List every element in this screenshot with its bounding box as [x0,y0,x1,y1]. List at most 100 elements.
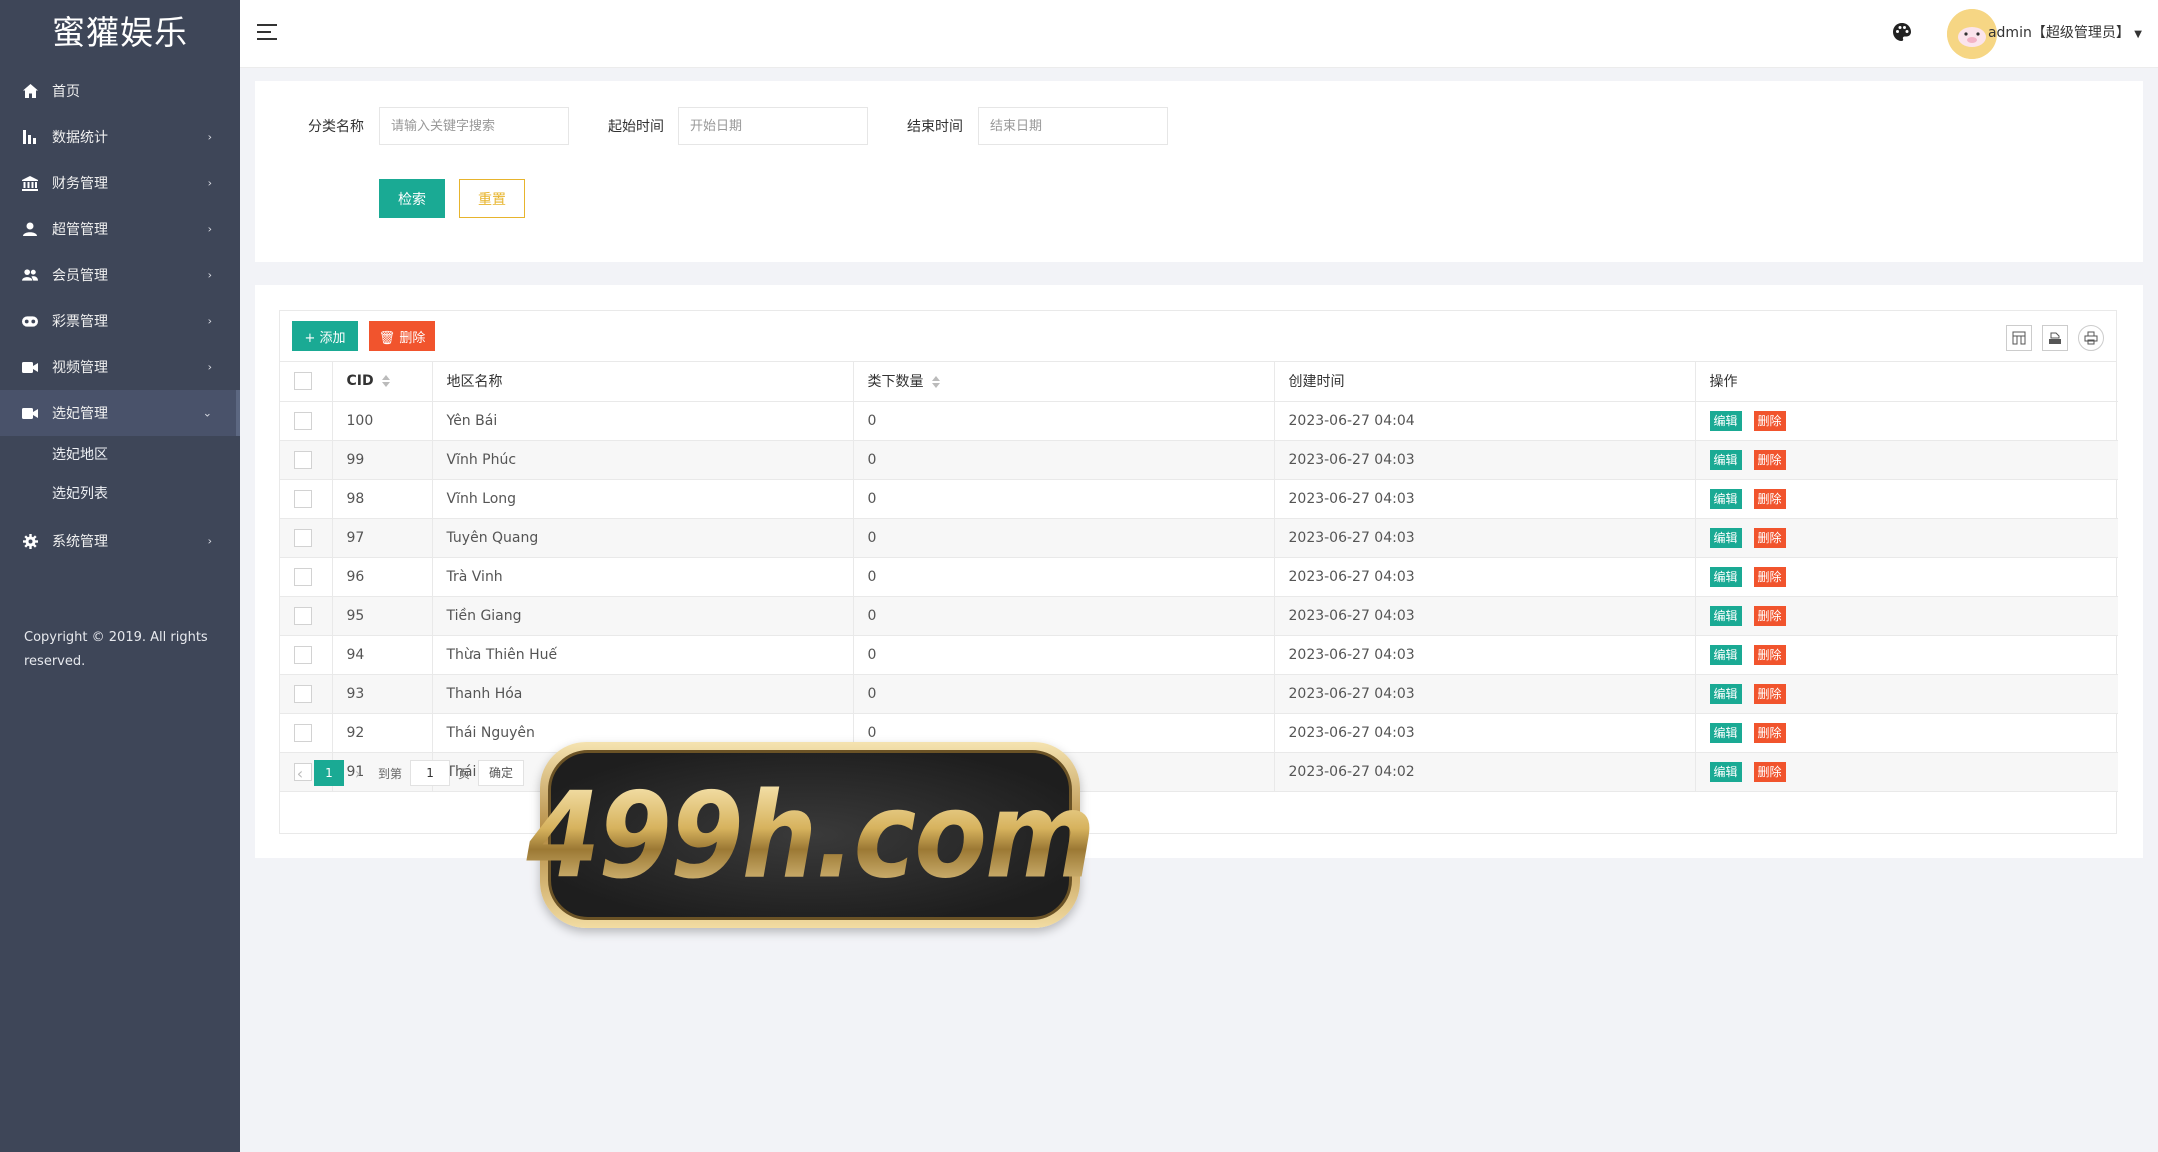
print-icon[interactable] [2078,325,2104,351]
sidebar-subitem-region[interactable]: 选妃地区 [0,436,240,475]
delete-button[interactable]: 删除 [1753,605,1786,626]
watermark-text: 499h.com [526,766,1095,904]
users-icon [22,267,38,283]
add-button[interactable]: + 添加 [292,321,358,351]
sidebar-item-system[interactable]: 系统管理 › [0,518,240,564]
goto-page-input[interactable] [410,760,451,786]
cell-cid: 94 [332,635,433,675]
hamburger-icon[interactable] [257,24,277,42]
row-select-cell[interactable] [280,713,333,753]
page-unit-label: 页 [458,766,471,781]
row-checkbox[interactable] [294,606,312,625]
select-all-checkbox[interactable] [294,372,312,391]
delete-button[interactable]: 删除 [1753,683,1786,704]
row-select-cell[interactable] [280,596,333,636]
edit-button[interactable]: 编辑 [1709,410,1742,431]
cell-actions: 编辑 删除 [1695,518,2118,558]
delete-button[interactable]: 删除 [1753,449,1786,470]
delete-button[interactable]: 删除 [1753,488,1786,509]
row-checkbox[interactable] [294,450,312,469]
cell-created: 2023-06-27 04:03 [1274,479,1696,519]
edit-button[interactable]: 编辑 [1709,566,1742,587]
row-checkbox[interactable] [294,567,312,586]
row-select-cell[interactable] [280,635,333,675]
cell-cid: 95 [332,596,433,636]
region-table: CID 地区名称 类下数量 创建时间 操作 100 Yên Bái 0 2023-06… [280,362,2118,792]
edit-button[interactable]: 编辑 [1709,488,1742,509]
user-menu[interactable]: admin【超级管理员】 ▼ [1988,22,2142,42]
delete-button[interactable]: 删除 [1753,410,1786,431]
edit-button[interactable]: 编辑 [1709,449,1742,470]
table-header-row: CID 地区名称 类下数量 创建时间 操作 [280,362,2118,402]
sidebar-item-members[interactable]: 会员管理 › [0,252,240,298]
sidebar-item-finance[interactable]: 财务管理 › [0,160,240,206]
cell-created: 2023-06-27 04:03 [1274,674,1696,714]
delete-button[interactable]: 删除 [1753,566,1786,587]
palette-icon[interactable] [1892,22,1914,44]
sidebar-item-stats[interactable]: 数据统计 › [0,114,240,160]
export-icon[interactable] [2042,325,2068,351]
cell-region-name: Thừa Thiên Huế [432,635,854,675]
sidebar-item-video[interactable]: 视频管理 › [0,344,240,390]
cell-count: 0 [853,635,1275,675]
sidebar-item-label: 首页 [52,84,80,100]
sidebar-item-concubine[interactable]: 选妃管理 ⌄ [0,390,240,436]
column-header-cid[interactable]: CID [332,362,433,402]
user-name: admin【超级管理员】 [1987,25,2130,41]
video-icon [22,405,38,421]
delete-button[interactable]: 删除 [1753,527,1786,548]
table-row: 93 Thanh Hóa 0 2023-06-27 04:03 编辑 删除 [280,674,2118,714]
row-checkbox[interactable] [294,489,312,508]
category-search-input[interactable] [379,107,569,145]
prev-page-icon[interactable]: ‹ [288,764,312,783]
row-checkbox[interactable] [294,723,312,742]
table-row: 92 Thái Nguyên 0 2023-06-27 04:03 编辑 删除 [280,713,2118,753]
row-checkbox[interactable] [294,645,312,664]
cell-cid: 93 [332,674,433,714]
sidebar-subitem-list[interactable]: 选妃列表 [0,475,240,514]
cell-cid: 92 [332,713,433,753]
row-select-cell[interactable] [280,518,333,558]
delete-button[interactable]: 删除 [1753,644,1786,665]
search-button[interactable]: 检索 [379,179,445,218]
edit-button[interactable]: 编辑 [1709,644,1742,665]
delete-button[interactable]: 删除 [1753,722,1786,743]
cell-count: 0 [853,596,1275,636]
select-all-cell[interactable] [280,362,333,402]
next-page-icon[interactable]: › [346,764,370,783]
table-row: 100 Yên Bái 0 2023-06-27 04:04 编辑 删除 [280,401,2118,441]
reset-button[interactable]: 重置 [459,179,525,218]
row-select-cell[interactable] [280,401,333,441]
chevron-right-icon: › [207,314,212,328]
columns-filter-icon[interactable] [2006,325,2032,351]
sidebar-item-home[interactable]: 首页 [0,68,240,114]
row-select-cell[interactable] [280,557,333,597]
row-select-cell[interactable] [280,479,333,519]
sort-icon[interactable] [931,376,940,389]
start-date-input[interactable] [678,107,868,145]
sidebar-item-superadmin[interactable]: 超管管理 › [0,206,240,252]
watermark-badge: 499h.com [526,750,1096,920]
edit-button[interactable]: 编辑 [1709,527,1742,548]
cell-region-name: Thanh Hóa [432,674,854,714]
sort-icon[interactable] [381,375,390,388]
edit-button[interactable]: 编辑 [1709,605,1742,626]
current-page[interactable]: 1 [314,760,344,786]
goto-confirm-button[interactable]: 确定 [478,760,525,786]
sidebar-item-lottery[interactable]: 彩票管理 › [0,298,240,344]
row-checkbox[interactable] [294,528,312,547]
row-select-cell[interactable] [280,440,333,480]
cell-count: 0 [853,440,1275,480]
batch-delete-button[interactable]: 🗑 删除 [369,321,435,351]
row-checkbox[interactable] [294,684,312,703]
row-checkbox[interactable] [294,411,312,430]
edit-button[interactable]: 编辑 [1709,683,1742,704]
cell-cid: 100 [332,401,433,441]
cell-created: 2023-06-27 04:03 [1274,440,1696,480]
start-time-label: 起始时间 [608,119,664,135]
column-header-count[interactable]: 类下数量 [853,362,1275,402]
end-date-input[interactable] [978,107,1168,145]
edit-button[interactable]: 编辑 [1709,722,1742,743]
row-select-cell[interactable] [280,674,333,714]
watermark-logo: 499h.com [526,742,1096,928]
